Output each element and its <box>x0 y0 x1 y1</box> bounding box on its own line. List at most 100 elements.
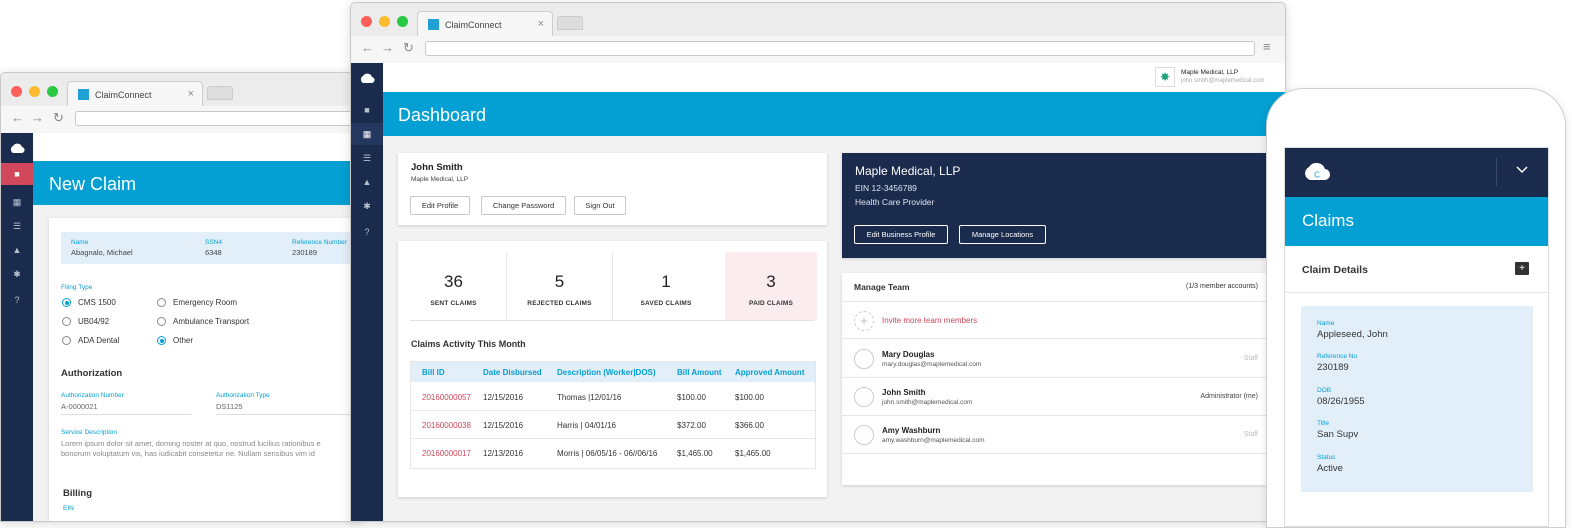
close-tab-icon[interactable]: × <box>188 88 194 100</box>
sign-out-button[interactable]: Sign Out <box>574 196 626 215</box>
radio-icon <box>62 336 71 345</box>
member-email: mary.douglas@maplemedical.com <box>882 361 982 368</box>
field-label: DOB <box>1317 387 1332 394</box>
address-bar[interactable] <box>75 111 359 126</box>
back-icon[interactable]: ← <box>11 110 24 125</box>
list-icon[interactable]: ☰ <box>351 147 383 169</box>
filing-option-ada-dental[interactable]: ADA Dental <box>62 336 119 345</box>
bell-icon[interactable]: ▲ <box>1 239 33 261</box>
forward-icon[interactable]: → <box>31 110 44 125</box>
favicon-icon <box>428 19 439 30</box>
col-date-disbursed[interactable]: Date Disbursed <box>483 368 542 377</box>
invite-row[interactable]: + Invite more team members <box>842 301 1266 339</box>
back-icon[interactable]: ← <box>361 40 374 55</box>
bill-id-link[interactable]: 20160000017 <box>422 449 471 458</box>
mobile-topbar: C <box>1285 148 1548 197</box>
edit-profile-button[interactable]: Edit Profile <box>410 196 470 215</box>
edit-business-profile-button[interactable]: Edit Business Profile <box>854 225 948 244</box>
manage-locations-button[interactable]: Manage Locations <box>959 225 1046 244</box>
chevron-down-icon[interactable] <box>1515 162 1529 179</box>
claim-form-card: Name Abagnalo, Michael SSN4 6348 Referen… <box>49 218 359 521</box>
help-icon[interactable]: ? <box>351 221 383 243</box>
dashboard-icon[interactable]: ▦ <box>351 123 383 145</box>
sidebar: ■ ▦ ☰ ▲ ✱ ? <box>351 63 383 521</box>
team-member-row[interactable]: Amy Washburn amy.washburn@maplemedical.c… <box>842 416 1266 454</box>
stat-value: 3 <box>766 272 776 291</box>
forward-icon[interactable]: → <box>381 40 394 55</box>
new-claim-icon[interactable]: ■ <box>351 99 383 121</box>
filing-option-ambulance[interactable]: Ambulance Transport <box>157 317 249 326</box>
team-member-row[interactable]: John Smith john.smith@maplemedical.com A… <box>842 378 1266 416</box>
new-tab-button[interactable] <box>207 86 233 100</box>
filing-option-other[interactable]: Other <box>157 336 193 345</box>
avatar <box>854 425 874 445</box>
col-description[interactable]: Description (Worker|DOS) <box>557 368 656 377</box>
reload-icon[interactable]: ↻ <box>403 40 414 56</box>
auth-number-field[interactable]: A-0000021 <box>61 402 191 415</box>
business-type: Health Care Provider <box>855 197 935 207</box>
close-tab-icon[interactable]: × <box>538 18 544 30</box>
stat-sent-claims[interactable]: 36 SENT CLAIMS <box>401 252 507 320</box>
col-bill-amount[interactable]: Bill Amount <box>677 368 722 377</box>
tab-title: ClaimConnect <box>95 89 152 100</box>
new-claim-window: ClaimConnect × ← → ↻ ■ ▦ ☰ ▲ ✱ ? New Cla… <box>0 72 360 522</box>
field-value: Appleseed, John <box>1317 329 1388 340</box>
field-value: 08/26/1955 <box>1317 396 1365 407</box>
gear-icon[interactable]: ✱ <box>351 195 383 217</box>
maximize-window-button[interactable] <box>397 16 408 27</box>
add-record-icon[interactable]: + <box>1515 262 1529 275</box>
org-name[interactable]: Maple Medical, LLP <box>1181 69 1238 76</box>
stat-label: SAVED CLAIMS <box>640 300 692 307</box>
help-icon[interactable]: ? <box>1 289 33 311</box>
maximize-window-button[interactable] <box>47 86 58 97</box>
filing-option-cms1500[interactable]: CMS 1500 <box>62 298 116 307</box>
filing-option-emergency-room[interactable]: Emergency Room <box>157 298 237 307</box>
stat-saved-claims[interactable]: 1 SAVED CLAIMS <box>613 252 719 320</box>
field-value: 230189 <box>1317 362 1349 373</box>
patient-info: Name Abagnalo, Michael SSN4 6348 Referen… <box>61 232 359 264</box>
new-claim-icon[interactable]: ■ <box>1 163 33 185</box>
divider <box>1285 292 1548 293</box>
list-icon[interactable]: ☰ <box>1 215 33 237</box>
dashboard-icon[interactable]: ▦ <box>1 191 33 213</box>
stat-value: 5 <box>554 272 565 291</box>
business-card: Maple Medical, LLP EIN 12-3456789 Health… <box>842 153 1266 258</box>
auth-type-field[interactable]: DS1125 <box>216 402 356 415</box>
menu-icon[interactable]: ≡ <box>1263 39 1271 54</box>
stat-rejected-claims[interactable]: 5 REJECTED CLAIMS <box>507 252 613 320</box>
filing-option-ub04[interactable]: UB04/92 <box>62 317 109 326</box>
mobile-screen: C Claims Claim Details + Name Appleseed,… <box>1284 147 1549 527</box>
change-password-button[interactable]: Change Password <box>481 196 566 215</box>
col-bill-id[interactable]: Bill ID <box>422 368 445 377</box>
stat-label: SENT CLAIMS <box>430 300 477 307</box>
stat-paid-claims[interactable]: 3 PAID CLAIMS <box>725 252 817 320</box>
team-member-row[interactable]: Mary Douglas mary.douglas@maplemedical.c… <box>842 340 1266 378</box>
reload-icon[interactable]: ↻ <box>53 110 64 126</box>
invite-link[interactable]: Invite more team members <box>882 316 977 325</box>
close-window-button[interactable] <box>11 86 22 97</box>
minimize-window-button[interactable] <box>379 16 390 27</box>
table-row[interactable]: 20160000057 12/15/2016 Thomas |12/01/16 … <box>411 383 815 411</box>
minimize-window-button[interactable] <box>29 86 40 97</box>
claims-table: Bill ID Date Disbursed Description (Work… <box>410 361 816 469</box>
field-reference: Reference No 230189 <box>1317 353 1357 373</box>
mobile-header: Claims <box>1285 197 1548 246</box>
new-tab-button[interactable] <box>557 16 583 30</box>
address-bar[interactable] <box>425 41 1255 56</box>
service-description-field[interactable]: Lorem ipsum dolor sit amet, doming noste… <box>61 439 359 459</box>
table-row[interactable]: 20160000038 12/15/2016 Harris | 04/01/16… <box>411 411 815 439</box>
browser-tab[interactable]: ClaimConnect × <box>67 81 203 107</box>
bill-id-link[interactable]: 20160000057 <box>422 393 471 402</box>
gear-icon[interactable]: ✱ <box>1 263 33 285</box>
bell-icon[interactable]: ▲ <box>351 171 383 193</box>
reference-label: Reference Number <box>292 239 347 246</box>
close-window-button[interactable] <box>361 16 372 27</box>
member-name: Amy Washburn <box>882 426 941 435</box>
bill-amount-cell: $100.00 <box>677 393 706 402</box>
col-approved-amount[interactable]: Approved Amount <box>735 368 804 377</box>
table-row[interactable]: 20160000017 12/13/2016 Morris | 06/05/16… <box>411 439 815 467</box>
bill-id-link[interactable]: 20160000038 <box>422 421 471 430</box>
browser-tab[interactable]: ClaimConnect × <box>417 11 553 37</box>
ein-label: EIN <box>63 505 74 512</box>
date-cell: 12/15/2016 <box>483 421 524 430</box>
